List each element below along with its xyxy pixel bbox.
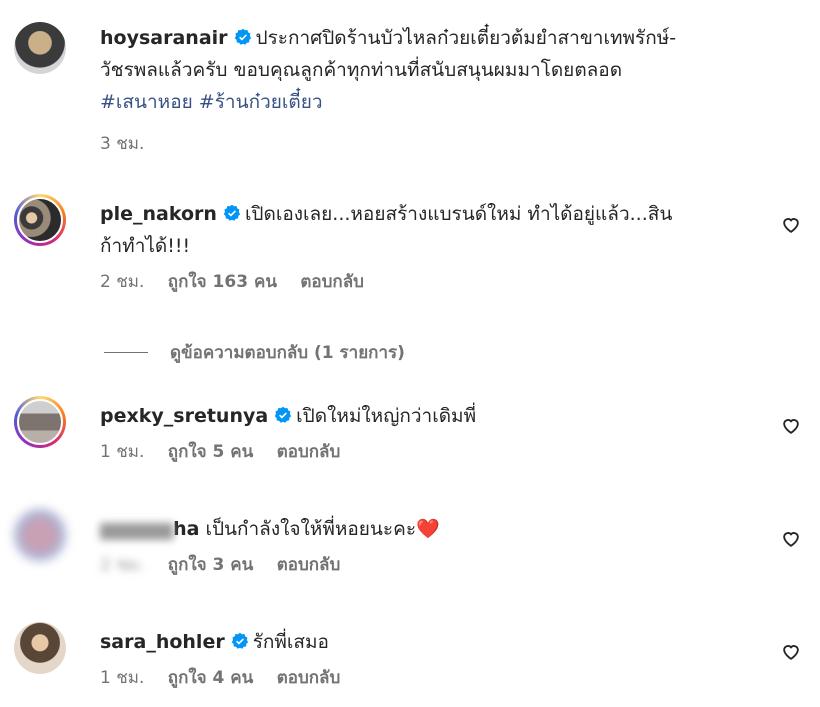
verified-icon bbox=[234, 28, 251, 45]
timestamp[interactable]: 2 ชม. bbox=[100, 555, 144, 575]
comment-text: เป็นกำลังใจให้พี่หอยนะคะ❤️ bbox=[205, 518, 440, 540]
caption-text: ประกาศปิดร้านบัวไหลก๋วยเตี๋ยวต้มยำสาขาเท… bbox=[255, 27, 677, 49]
heart-icon[interactable] bbox=[780, 640, 802, 662]
avatar[interactable] bbox=[14, 622, 66, 674]
hashtag-link[interactable]: #เสนาหอย bbox=[100, 91, 193, 113]
username[interactable]: ple_nakorn bbox=[100, 203, 217, 225]
heart-icon[interactable] bbox=[780, 527, 802, 549]
avatar[interactable] bbox=[14, 194, 66, 246]
avatar[interactable] bbox=[14, 509, 66, 561]
heart-icon[interactable] bbox=[780, 414, 802, 436]
comment-line-1: ple_nakorn เปิดเองเลย...หอยสร้างแบรนด์ใหม… bbox=[100, 198, 750, 230]
view-replies-button[interactable]: ดูข้อความตอบกลับ (1 รายการ) bbox=[104, 340, 405, 364]
timestamp[interactable]: 1 ชม. bbox=[100, 668, 144, 688]
reply-button[interactable]: ตอบกลับ bbox=[277, 668, 341, 688]
comment-line-1: ▆▆▆▆▆ha เป็นกำลังใจให้พี่หอยนะคะ❤️ bbox=[100, 513, 750, 545]
view-replies-label: ดูข้อความตอบกลับ (1 รายการ) bbox=[170, 342, 405, 363]
comment-text: เปิดเองเลย...หอยสร้างแบรนด์ใหม่ ทำได้อยู… bbox=[244, 203, 673, 225]
comment-meta: 2 ชม. ถูกใจ 3 คน ตอบกลับ bbox=[100, 553, 750, 577]
likes-count[interactable]: ถูกใจ 163 คน bbox=[168, 272, 277, 292]
comment-meta: 1 ชม. ถูกใจ 4 คน ตอบกลับ bbox=[100, 666, 750, 690]
comment-line-1: pexky_sretunya เปิดใหม่ใหญ่กว่าเดิมพี่ bbox=[100, 400, 750, 432]
verified-icon bbox=[274, 406, 292, 423]
comment-meta: 1 ชม. ถูกใจ 5 คน ตอบกลับ bbox=[100, 440, 750, 464]
blurred-username: ▆▆▆▆▆ bbox=[100, 518, 174, 540]
reply-button[interactable]: ตอบกลับ bbox=[277, 555, 341, 575]
reply-button[interactable]: ตอบกลับ bbox=[300, 272, 364, 292]
comment-meta: 3 ชม. bbox=[100, 132, 750, 156]
timestamp[interactable]: 3 ชม. bbox=[100, 134, 144, 154]
timestamp[interactable]: 2 ชม. bbox=[100, 272, 144, 292]
verified-icon bbox=[223, 204, 241, 221]
caption-line-2: วัชรพลแล้วครับ ขอบคุณลูกค้าทุกท่านที่สนั… bbox=[100, 59, 623, 81]
comment-meta: 2 ชม. ถูกใจ 163 คน ตอบกลับ bbox=[100, 270, 750, 294]
verified-icon bbox=[231, 632, 248, 649]
avatar[interactable] bbox=[14, 22, 66, 74]
username[interactable]: hoysaranair bbox=[100, 27, 228, 49]
heart-icon[interactable] bbox=[780, 213, 802, 235]
avatar[interactable] bbox=[14, 396, 66, 448]
username[interactable]: sara_hohler bbox=[100, 631, 225, 653]
comment-text: เปิดใหม่ใหญ่กว่าเดิมพี่ bbox=[296, 405, 477, 427]
likes-count[interactable]: ถูกใจ 5 คน bbox=[168, 442, 254, 462]
divider bbox=[104, 351, 148, 353]
caption-line-1: hoysaranair ประกาศปิดร้านบัวไหลก๋วยเตี๋ยว… bbox=[100, 22, 750, 54]
reply-button[interactable]: ตอบกลับ bbox=[277, 442, 341, 462]
comment-line-1: sara_hohler รักพี่เสมอ bbox=[100, 626, 750, 658]
username[interactable]: pexky_sretunya bbox=[100, 405, 268, 427]
likes-count[interactable]: ถูกใจ 4 คน bbox=[168, 668, 254, 688]
caption-hashtags: #เสนาหอย #ร้านก๋วยเตี๋ยว bbox=[100, 86, 750, 118]
username[interactable]: ha bbox=[173, 518, 199, 540]
timestamp[interactable]: 1 ชม. bbox=[100, 442, 144, 462]
comment-line-2: ก้าทำได้!!! bbox=[100, 235, 191, 257]
comment-text: รักพี่เสมอ bbox=[252, 631, 329, 653]
hashtag-link[interactable]: #ร้านก๋วยเตี๋ยว bbox=[199, 91, 323, 113]
likes-count[interactable]: ถูกใจ 3 คน bbox=[168, 555, 254, 575]
